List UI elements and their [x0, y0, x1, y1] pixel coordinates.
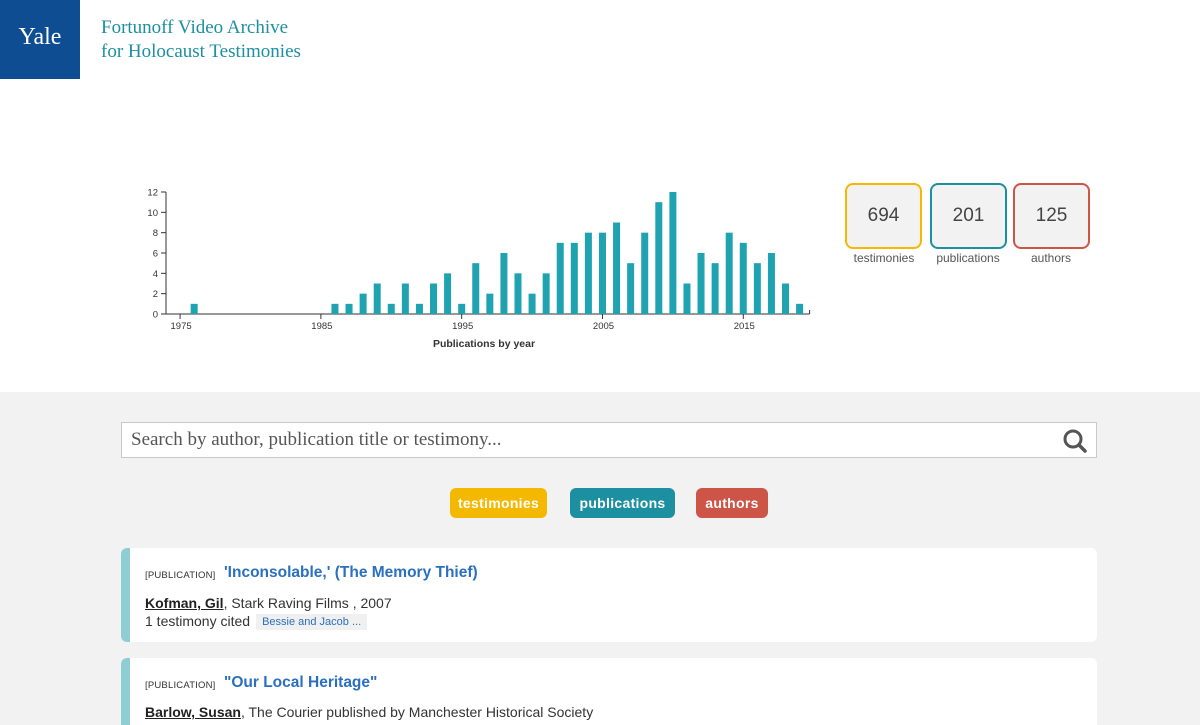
overview-section: 0 2 4 6 8 10 12 1975 1985 1995 2005 2015 Publication… — [0, 79, 1200, 392]
testimonies-count: 694 — [867, 205, 900, 226]
bar — [486, 293, 494, 314]
x-tick-label: 1975 — [171, 321, 192, 332]
result-details: , Stark Raving Films , 2007 — [223, 595, 392, 611]
result-byline: Kofman, Gil, Stark Raving Films , 2007 — [145, 595, 392, 611]
bar — [345, 303, 353, 314]
authors-count-box[interactable]: 125 — [1013, 183, 1090, 249]
y-tick-label: 4 — [153, 269, 158, 280]
result-stripe — [121, 658, 130, 725]
result-author-link[interactable]: Kofman, Gil — [145, 595, 224, 611]
bar — [641, 232, 649, 314]
filter-testimonies-button[interactable]: testimonies — [450, 488, 547, 518]
site-title[interactable]: Fortunoff Video Archive for Holocaust Te… — [101, 16, 301, 64]
testimony-tag[interactable]: Bessie and Jacob ... — [256, 614, 368, 630]
search-bar — [121, 422, 1097, 458]
bar — [613, 222, 621, 314]
result-item: [PUBLICATION] 'Inconsolable,' (The Memor… — [121, 548, 1097, 642]
result-title-link[interactable]: "Our Local Heritage" — [224, 674, 377, 692]
bar — [725, 232, 733, 314]
bar — [401, 283, 409, 314]
publications-count: 201 — [952, 205, 985, 226]
x-tick-label: 1995 — [452, 321, 473, 332]
bar — [458, 303, 466, 314]
result-type: [PUBLICATION] — [145, 570, 216, 581]
search-icon[interactable] — [1062, 428, 1088, 454]
authors-count-label: authors — [1030, 251, 1072, 265]
bar — [387, 303, 395, 314]
result-type: [PUBLICATION] — [145, 680, 216, 691]
bar — [444, 273, 452, 314]
bar — [430, 283, 438, 314]
x-axis-label: Publications by year — [433, 338, 535, 350]
bar — [190, 303, 198, 314]
search-input[interactable] — [122, 423, 1022, 457]
bar — [782, 283, 790, 314]
bar — [359, 293, 367, 314]
bar — [415, 303, 423, 314]
bar — [542, 273, 550, 314]
result-item: [PUBLICATION] "Our Local Heritage" Barlo… — [121, 658, 1097, 725]
bar — [570, 242, 578, 314]
bar — [655, 202, 663, 314]
yale-logo[interactable]: Yale — [0, 0, 80, 79]
result-byline: Barlow, Susan, The Courier published by … — [145, 704, 593, 720]
bar — [697, 253, 705, 314]
bar — [683, 283, 691, 314]
bar — [669, 192, 677, 314]
publications-count-box[interactable]: 201 — [930, 183, 1007, 249]
y-tick-label: 6 — [153, 249, 158, 260]
y-tick-label: 8 — [153, 228, 158, 239]
bar — [331, 303, 339, 314]
result-author-link[interactable]: Barlow, Susan — [145, 704, 241, 720]
result-details: , The Courier published by Manchester Hi… — [240, 704, 594, 720]
bar — [739, 242, 747, 314]
y-tick-label: 10 — [147, 208, 158, 219]
filter-authors-button[interactable]: authors — [696, 488, 768, 518]
bar — [528, 293, 536, 314]
result-stripe — [121, 548, 130, 642]
bar — [711, 263, 719, 314]
site-title-line1: Fortunoff Video Archive — [101, 17, 289, 38]
filter-publications-button[interactable]: publications — [570, 488, 675, 518]
bar — [500, 253, 508, 314]
y-tick-label: 2 — [153, 289, 158, 300]
bar — [514, 273, 522, 314]
y-tick-label: 0 — [153, 310, 158, 321]
result-title-link[interactable]: 'Inconsolable,' (The Memory Thief) — [224, 564, 478, 582]
publications-by-year-chart: 0 2 4 6 8 10 12 1975 1985 1995 2005 2015 Publication… — [147, 188, 811, 350]
x-tick-label: 2015 — [734, 321, 755, 332]
site-header: Yale Fortunoff Video Archive for Holocau… — [0, 0, 1200, 79]
result-cited-count: 1 testimony cited — [145, 613, 251, 629]
authors-count: 125 — [1035, 205, 1068, 226]
bar — [753, 263, 761, 314]
bar — [373, 283, 381, 314]
x-tick-label: 1985 — [311, 321, 332, 332]
bar — [796, 303, 804, 314]
result-citations: 1 testimony cited Bessie and Jacob ... — [145, 613, 368, 630]
x-tick-label: 2005 — [593, 321, 614, 332]
y-tick-label: 12 — [147, 188, 158, 199]
bar — [627, 263, 635, 314]
bar — [598, 232, 606, 314]
bar — [767, 253, 775, 314]
bar — [472, 263, 480, 314]
bar — [556, 242, 564, 314]
testimonies-count-box[interactable]: 694 — [845, 183, 922, 249]
bar — [584, 232, 592, 314]
site-title-line2: for Holocaust Testimonies — [101, 41, 301, 62]
